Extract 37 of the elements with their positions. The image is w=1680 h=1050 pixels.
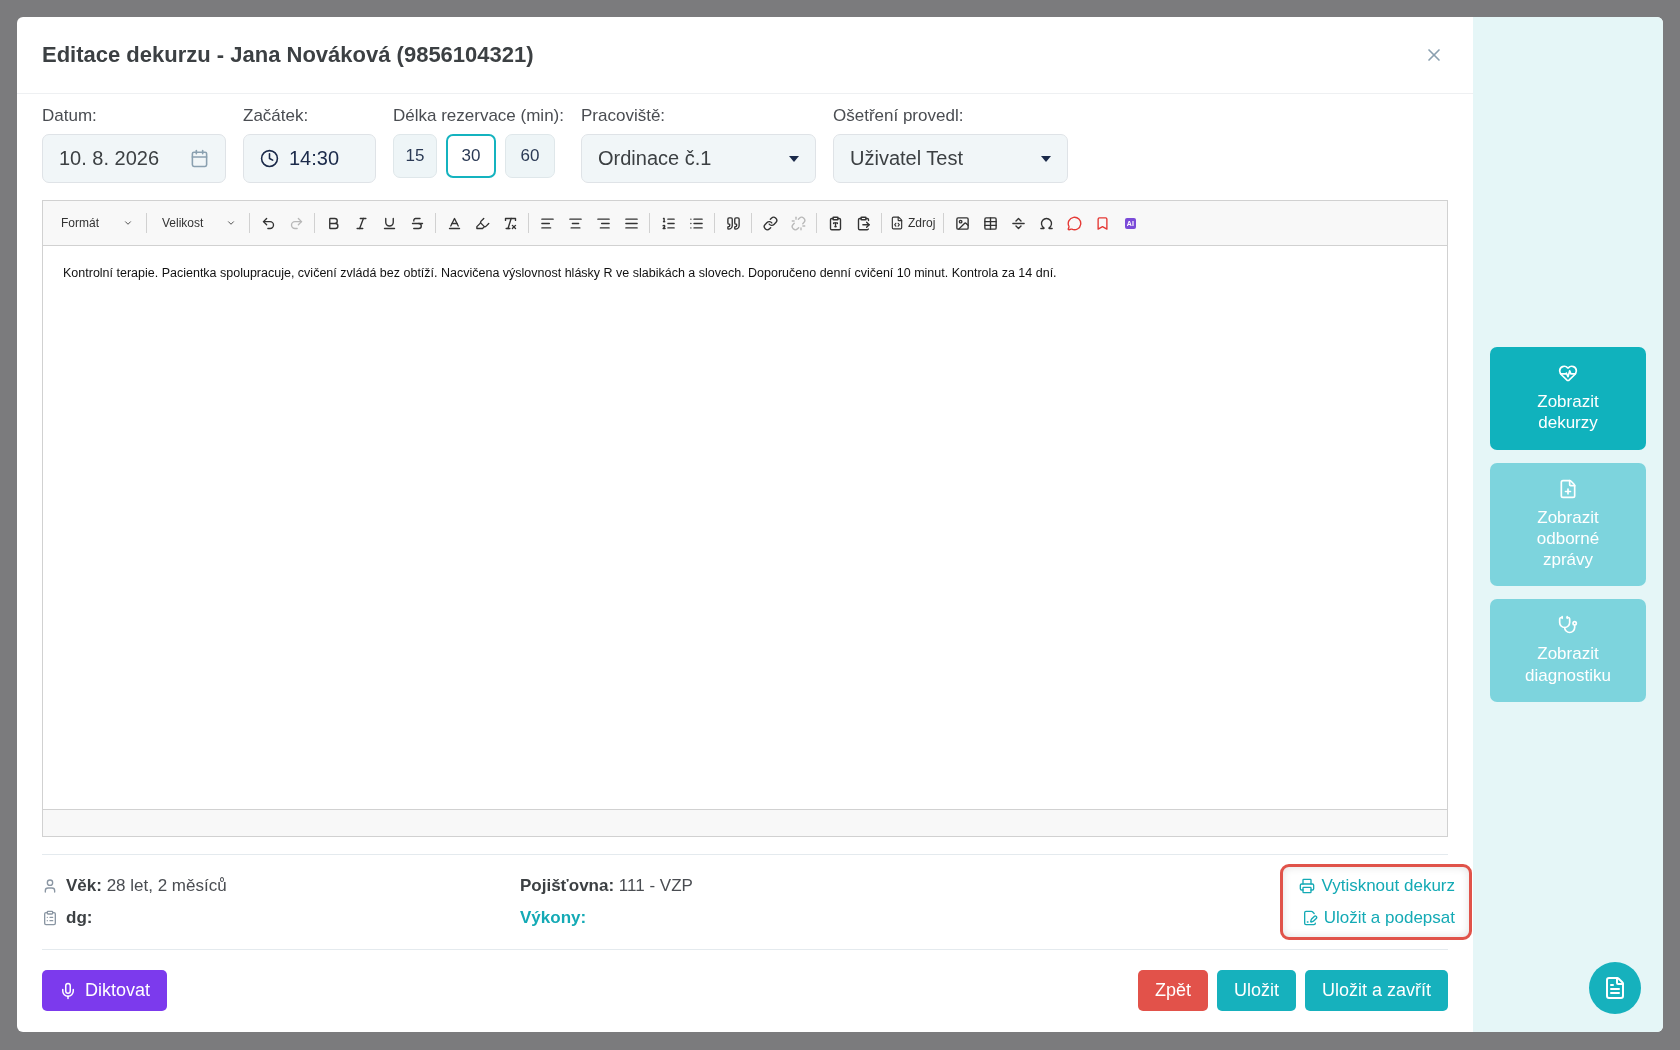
signed-file-icon — [1301, 909, 1318, 926]
dictate-button[interactable]: Diktovat — [42, 970, 168, 1012]
dialog-title: Editace dekurzu - Jana Nováková (9856104321) — [42, 42, 534, 69]
field-label: Začátek: — [243, 106, 310, 127]
duration-option[interactable]: 15 — [393, 134, 437, 179]
clock-icon — [260, 149, 279, 169]
printer-icon — [1299, 877, 1316, 894]
field-label: Datum: — [42, 106, 98, 127]
stethoscope-icon — [1558, 615, 1578, 636]
note-text: Kontrolní terapie. Pacientka spolupracuje, cvičení zvládá bez obtíží. Nacvičena výslovnost hlásky R ve slabikách a slovech. Doporučeno denní cvičení 10 minut. Kontrola za 14 dní. — [63, 266, 1058, 281]
field-label: Pracoviště: — [581, 106, 667, 127]
field-label: Ošetření provedl: — [833, 106, 965, 127]
duration-option[interactable]: 60 — [505, 134, 555, 179]
procedures-label: Výkony: — [520, 907, 588, 928]
insurance-text: Pojišťovna: 111 - VZP — [520, 875, 694, 896]
microphone-icon — [59, 981, 77, 1000]
field-label: Délka rezervace (min): — [393, 106, 564, 127]
heart-pulse-icon — [1558, 363, 1578, 384]
document-icon — [1603, 976, 1627, 1000]
workplace-select[interactable]: Ordinace č.1 — [581, 134, 816, 184]
dropdown-icon — [789, 155, 799, 162]
time-field[interactable]: 14:30 — [243, 134, 376, 184]
clipboard-icon — [42, 909, 58, 926]
calendar-icon — [190, 149, 209, 169]
dropdown-icon — [1041, 155, 1051, 162]
diagnosis-label: dg: — [66, 907, 93, 928]
file-plus-icon — [1558, 478, 1578, 499]
age-text: Věk: 28 let, 2 měsíců — [66, 875, 227, 896]
format-dropdown[interactable]: Formát — [51, 209, 141, 238]
person-icon — [42, 877, 58, 894]
font-size-dropdown[interactable]: Velikost — [152, 209, 244, 238]
code-file-icon — [890, 216, 904, 231]
source-button[interactable]: Zdroj — [887, 209, 939, 238]
treated-by-select[interactable]: Uživatel Test — [833, 134, 1068, 184]
back-button[interactable]: Zpět — [1137, 970, 1208, 1012]
date-field[interactable]: 10. 8. 2026 — [42, 134, 226, 184]
duration-option[interactable]: 30 — [446, 134, 496, 179]
